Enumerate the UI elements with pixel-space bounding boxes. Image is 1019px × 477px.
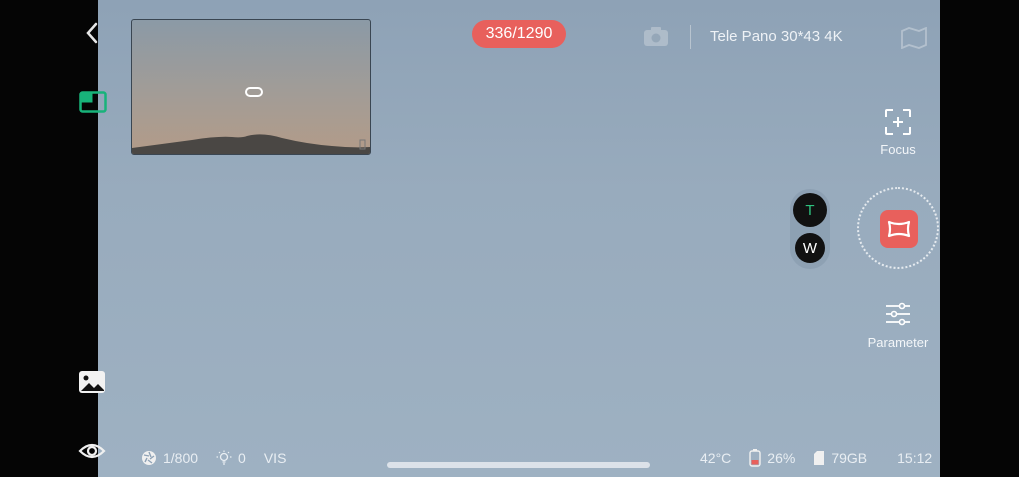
parameter-label: Parameter — [867, 335, 929, 350]
sd-card-icon — [814, 451, 825, 465]
zoom-toggle[interactable]: T W — [790, 189, 830, 269]
shutter-button[interactable] — [857, 187, 939, 269]
capture-counter-badge: 336/1290 — [472, 20, 566, 48]
storage-remaining: 79GB — [831, 450, 868, 466]
zoom-tele-button[interactable]: T — [793, 193, 827, 227]
home-indicator[interactable] — [387, 462, 650, 468]
focus-icon — [885, 109, 911, 135]
panorama-icon — [880, 210, 918, 248]
parameter-button[interactable]: Parameter — [858, 297, 938, 355]
gallery-icon[interactable] — [77, 368, 107, 396]
right-edge — [940, 0, 1019, 477]
left-toolbar — [0, 0, 98, 477]
temperature: 42°C — [700, 450, 732, 466]
zoom-wide-button[interactable]: W — [795, 233, 825, 263]
ev-value: 0 — [238, 450, 246, 466]
aperture-icon — [142, 451, 156, 465]
eye-icon[interactable] — [76, 438, 108, 464]
clock: 15:12 — [897, 450, 933, 466]
shutter-speed: 1/800 — [163, 450, 199, 466]
camera-icon[interactable] — [641, 24, 671, 50]
exposure-status[interactable]: 1/800 0 VIS — [141, 449, 286, 467]
sliders-icon — [886, 302, 910, 326]
exposure-icon — [216, 450, 232, 465]
layout-icon[interactable] — [78, 89, 108, 115]
focus-label: Focus — [880, 142, 916, 157]
battery-icon — [749, 449, 761, 467]
channel-label: VIS — [263, 450, 287, 466]
back-icon[interactable] — [80, 20, 104, 46]
map-icon[interactable] — [899, 26, 929, 50]
battery-level: 26% — [767, 450, 796, 466]
device-status: 42°C 26% 79GB 15:12 — [700, 449, 932, 467]
wide-camera-preview[interactable] — [131, 19, 371, 155]
mode-label[interactable]: Tele Pano 30*43 4K — [710, 28, 843, 45]
divider — [690, 25, 691, 49]
focus-button[interactable]: Focus — [871, 104, 925, 160]
